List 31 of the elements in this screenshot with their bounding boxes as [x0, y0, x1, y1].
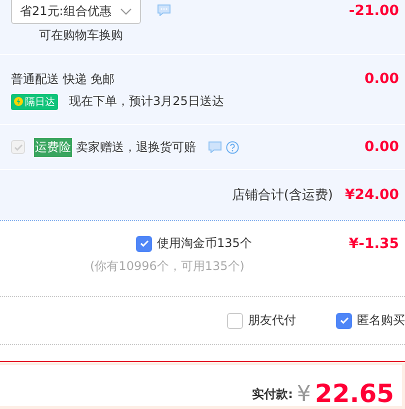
option-checkbox-label[interactable]: 匿名购买: [336, 312, 405, 329]
help-icon[interactable]: [226, 140, 239, 154]
coins-note: (你有10996个，可用135个): [90, 258, 246, 275]
chat-icon[interactable]: [157, 4, 171, 16]
coins-amount: ¥-1.35: [348, 236, 399, 252]
insurance-amount: 0.00: [364, 139, 399, 155]
delivery-amount: 0.00: [364, 71, 399, 87]
delivery-eta: 现在下单，预计3月25日送达: [69, 93, 224, 110]
total-label: 实付款:: [252, 386, 293, 403]
shop-total-amount: ¥24.00: [344, 187, 399, 203]
coins-checkbox-label[interactable]: 使用淘金币135个: [136, 235, 252, 252]
shop-total-label: 店铺合计(含运费): [232, 187, 333, 204]
insurance-text: 卖家赠送，退换货可赔: [76, 138, 196, 156]
chat-icon[interactable]: [208, 141, 222, 153]
promo-select[interactable]: 省21元:组合优惠: [11, 0, 141, 24]
total-amount: 22.65: [314, 381, 394, 406]
chevron-down-icon: [120, 8, 132, 16]
delivery-badge: 隔日达: [11, 94, 58, 110]
check-icon: [140, 240, 148, 247]
option-checkbox[interactable]: [227, 312, 243, 328]
insurance-tag: 运费险: [34, 138, 72, 156]
total-currency: ¥: [296, 384, 311, 406]
coins-checkbox[interactable]: [136, 236, 152, 252]
delivery-method: 普通配送 快递 免邮: [11, 72, 115, 86]
option-checkbox[interactable]: [336, 312, 352, 328]
promo-note: 可在购物车换购: [39, 27, 124, 44]
check-icon: [340, 317, 348, 324]
option-checkbox-label[interactable]: 朋友代付: [227, 312, 296, 329]
promo-amount: -21.00: [348, 3, 399, 21]
check-icon: [14, 144, 22, 150]
lightning-icon: [14, 97, 23, 106]
